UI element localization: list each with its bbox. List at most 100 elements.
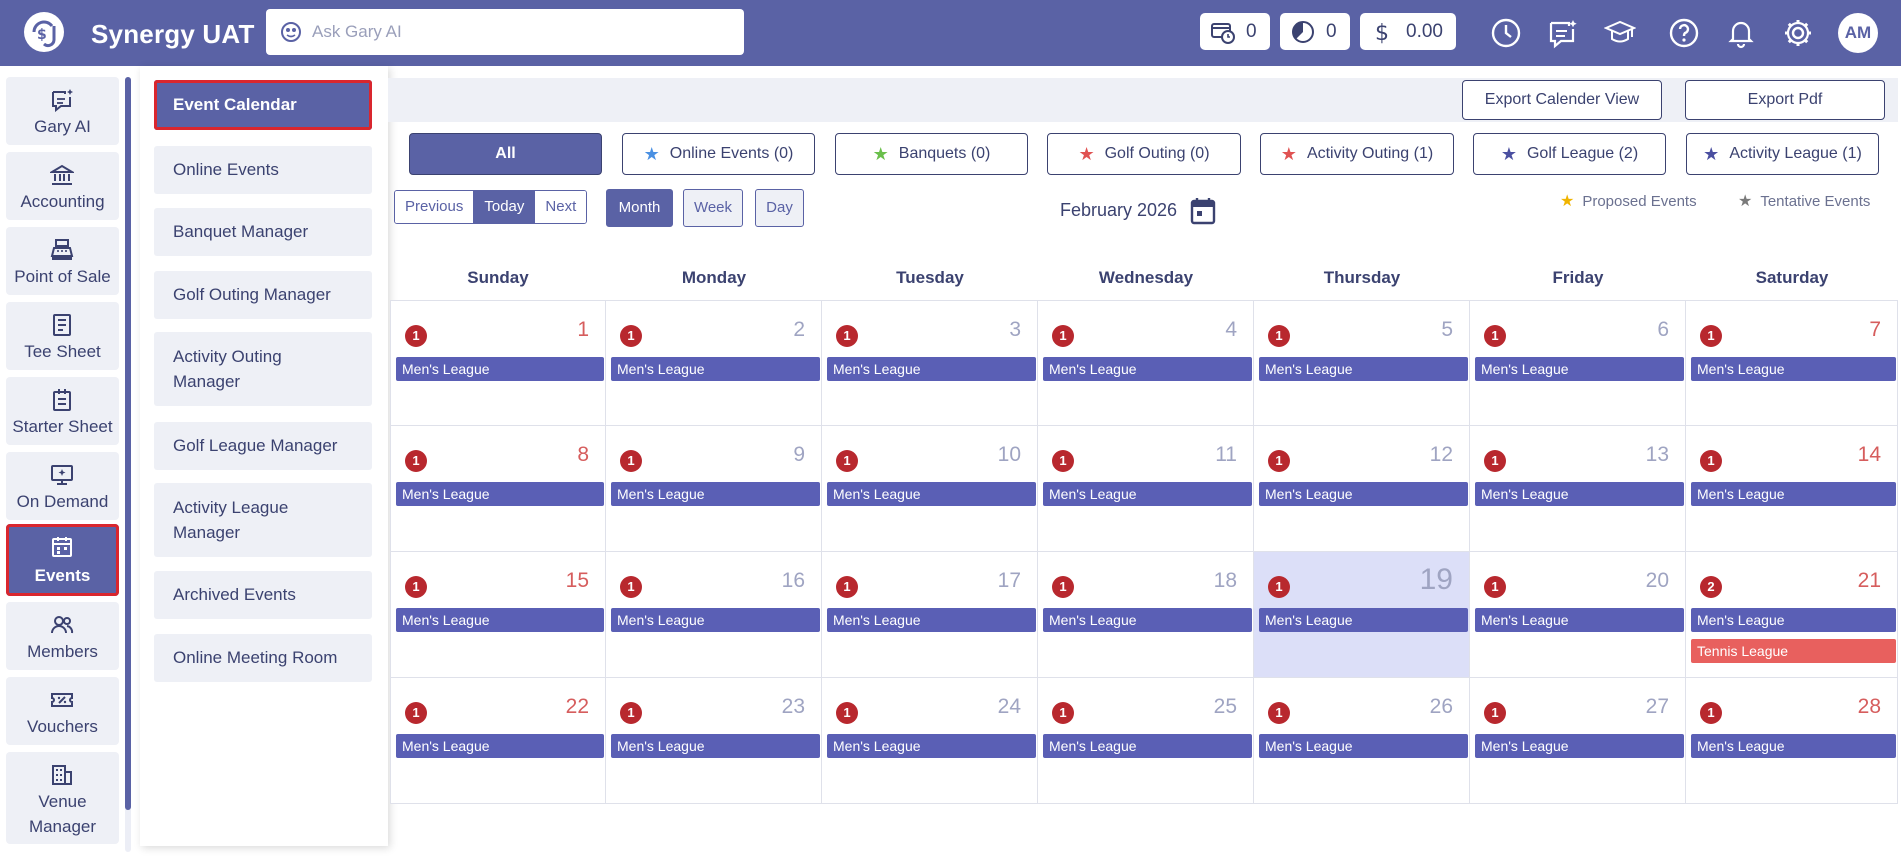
filter-golf-outing[interactable]: ★ Golf Outing (0) — [1047, 133, 1241, 175]
event-mens-league[interactable]: Men's League — [1475, 357, 1684, 381]
calendar-day-cell[interactable]: 1 5 Men's League — [1254, 300, 1470, 426]
calendar-day-cell[interactable]: 1 26 Men's League — [1254, 678, 1470, 804]
event-mens-league[interactable]: Men's League — [1043, 357, 1252, 381]
left-nav-scroll-thumb[interactable] — [125, 77, 131, 810]
calendar-day-cell[interactable]: 1 13 Men's League — [1470, 426, 1686, 552]
event-mens-league[interactable]: Men's League — [611, 608, 820, 632]
calendar-day-cell[interactable]: 1 18 Men's League — [1038, 552, 1254, 678]
calendar-day-cell[interactable]: 1 24 Men's League — [822, 678, 1038, 804]
event-count-badge[interactable]: 1 — [620, 576, 642, 598]
credit-counter[interactable]: 0 — [1200, 13, 1270, 50]
sidebar-item-accounting[interactable]: Accounting — [6, 152, 119, 220]
event-count-badge[interactable]: 1 — [1484, 576, 1506, 598]
calendar-day-cell[interactable]: 1 7 Men's League — [1686, 300, 1898, 426]
event-mens-league[interactable]: Men's League — [396, 482, 604, 506]
submenu-activity-league-manager[interactable]: Activity League Manager — [154, 483, 372, 557]
sidebar-item-on-demand[interactable]: On Demand — [6, 452, 119, 520]
dollar-logo-icon[interactable]: $ — [24, 12, 64, 52]
event-mens-league[interactable]: Men's League — [1691, 608, 1896, 632]
submenu-banquet-manager[interactable]: Banquet Manager — [154, 208, 372, 256]
event-count-badge[interactable]: 1 — [836, 325, 858, 347]
event-count-badge[interactable]: 1 — [620, 702, 642, 724]
event-count-badge[interactable]: 1 — [1700, 450, 1722, 472]
calendar-day-cell[interactable]: 1 20 Men's League — [1470, 552, 1686, 678]
event-count-badge[interactable]: 1 — [1052, 325, 1074, 347]
calendar-day-cell[interactable]: 1 19 Men's League — [1254, 552, 1470, 678]
calendar-day-cell[interactable]: 1 11 Men's League — [1038, 426, 1254, 552]
calendar-day-cell[interactable]: 1 1 Men's League — [390, 300, 606, 426]
event-count-badge[interactable]: 1 — [1268, 450, 1290, 472]
calendar-day-cell[interactable]: 2 21 Men's League Tennis League — [1686, 552, 1898, 678]
sidebar-item-venue-manager[interactable]: Venue Manager — [6, 752, 119, 844]
calendar-day-cell[interactable]: 1 15 Men's League — [390, 552, 606, 678]
balance-counter[interactable]: $ 0.00 — [1360, 13, 1456, 50]
event-count-badge[interactable]: 1 — [1268, 325, 1290, 347]
event-mens-league[interactable]: Men's League — [1043, 482, 1252, 506]
event-count-badge[interactable]: 1 — [1700, 702, 1722, 724]
event-mens-league[interactable]: Men's League — [1475, 608, 1684, 632]
filter-activity-outing[interactable]: ★ Activity Outing (1) — [1260, 133, 1454, 175]
sidebar-item-point-of-sale[interactable]: Point of Sale — [6, 227, 119, 295]
event-mens-league[interactable]: Men's League — [1043, 734, 1252, 758]
event-mens-league[interactable]: Men's League — [396, 357, 604, 381]
event-mens-league[interactable]: Men's League — [1691, 734, 1896, 758]
calendar-picker-icon[interactable] — [1190, 197, 1216, 225]
event-mens-league[interactable]: Men's League — [1259, 608, 1468, 632]
event-mens-league[interactable]: Men's League — [1475, 482, 1684, 506]
event-count-badge[interactable]: 2 — [1700, 576, 1722, 598]
today-button[interactable]: Today — [474, 191, 536, 223]
event-count-badge[interactable]: 1 — [1268, 576, 1290, 598]
graduation-icon[interactable] — [1600, 13, 1640, 53]
search-input[interactable] — [312, 17, 732, 47]
event-mens-league[interactable]: Men's League — [1043, 608, 1252, 632]
filter-activity-league[interactable]: ★ Activity League (1) — [1686, 133, 1879, 175]
event-count-badge[interactable]: 1 — [620, 450, 642, 472]
gear-icon[interactable] — [1778, 13, 1818, 53]
next-button[interactable]: Next — [535, 191, 587, 223]
view-day-button[interactable]: Day — [755, 189, 804, 227]
submenu-online-events[interactable]: Online Events — [154, 146, 372, 194]
event-mens-league[interactable]: Men's League — [1475, 734, 1684, 758]
filter-banquets[interactable]: ★ Banquets (0) — [835, 133, 1028, 175]
submenu-event-calendar[interactable]: Event Calendar — [154, 80, 372, 130]
submenu-activity-outing-manager[interactable]: Activity Outing Manager — [154, 332, 372, 406]
calendar-day-cell[interactable]: 1 23 Men's League — [606, 678, 822, 804]
calendar-day-cell[interactable]: 1 28 Men's League — [1686, 678, 1898, 804]
submenu-archived-events[interactable]: Archived Events — [154, 571, 372, 619]
chat-bubble-icon[interactable] — [1543, 13, 1583, 53]
calendar-day-cell[interactable]: 1 2 Men's League — [606, 300, 822, 426]
event-count-badge[interactable]: 1 — [836, 576, 858, 598]
view-week-button[interactable]: Week — [683, 189, 743, 227]
avatar[interactable]: AM — [1838, 13, 1878, 53]
event-count-badge[interactable]: 1 — [836, 450, 858, 472]
event-count-badge[interactable]: 1 — [1052, 702, 1074, 724]
calendar-day-cell[interactable]: 1 22 Men's League — [390, 678, 606, 804]
calendar-day-cell[interactable]: 1 4 Men's League — [1038, 300, 1254, 426]
sidebar-item-events[interactable]: Events — [6, 524, 119, 596]
event-extra[interactable]: Tennis League — [1691, 639, 1896, 663]
filter-all[interactable]: All — [409, 133, 602, 175]
event-mens-league[interactable]: Men's League — [1259, 482, 1468, 506]
calendar-day-cell[interactable]: 1 16 Men's League — [606, 552, 822, 678]
event-count-badge[interactable]: 1 — [1484, 450, 1506, 472]
event-mens-league[interactable]: Men's League — [611, 482, 820, 506]
calendar-day-cell[interactable]: 1 3 Men's League — [822, 300, 1038, 426]
event-count-badge[interactable]: 1 — [1052, 576, 1074, 598]
calendar-day-cell[interactable]: 1 25 Men's League — [1038, 678, 1254, 804]
event-mens-league[interactable]: Men's League — [827, 357, 1036, 381]
sidebar-item-vouchers[interactable]: Vouchers — [6, 677, 119, 745]
search-box[interactable] — [266, 9, 744, 55]
calendar-day-cell[interactable]: 1 8 Men's League — [390, 426, 606, 552]
sidebar-item-gary-ai[interactable]: Gary AI — [6, 77, 119, 145]
event-count-badge[interactable]: 1 — [405, 450, 427, 472]
help-icon[interactable] — [1664, 13, 1704, 53]
filter-online-events[interactable]: ★ Online Events (0) — [622, 133, 815, 175]
calendar-day-cell[interactable]: 1 27 Men's League — [1470, 678, 1686, 804]
clock-icon[interactable] — [1486, 13, 1526, 53]
submenu-golf-outing-manager[interactable]: Golf Outing Manager — [154, 271, 372, 319]
export-calendar-button[interactable]: Export Calender View — [1462, 80, 1662, 120]
event-count-badge[interactable]: 1 — [1484, 325, 1506, 347]
calendar-day-cell[interactable]: 1 12 Men's League — [1254, 426, 1470, 552]
event-mens-league[interactable]: Men's League — [611, 357, 820, 381]
submenu-online-meeting-room[interactable]: Online Meeting Room — [154, 634, 372, 682]
